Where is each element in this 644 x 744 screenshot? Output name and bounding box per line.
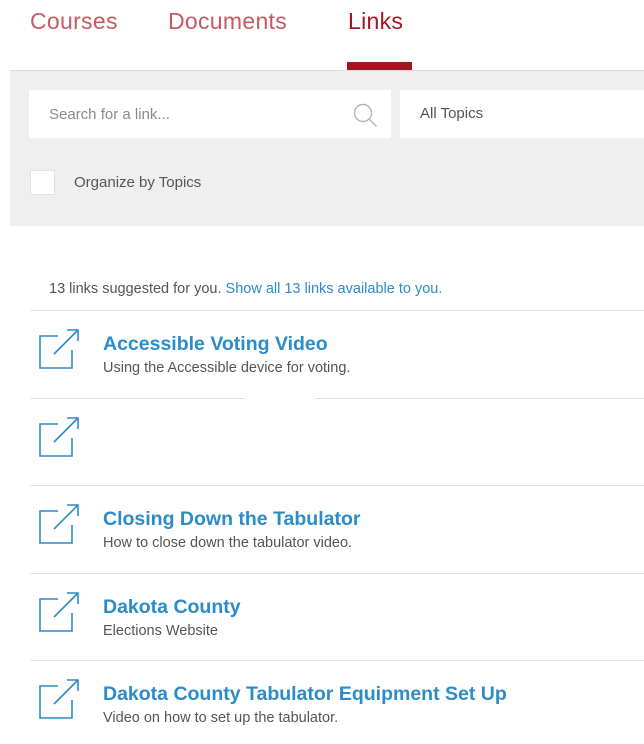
external-link-icon[interactable] xyxy=(38,503,80,545)
link-description: Video on how to set up the tabulator. xyxy=(103,710,339,726)
organize-by-topics-checkbox[interactable] xyxy=(30,170,55,195)
external-link-icon[interactable] xyxy=(38,328,80,370)
link-title[interactable]: Dakota County Tabulator Equipment Set Up xyxy=(103,683,507,706)
external-link-icon[interactable] xyxy=(38,591,80,633)
tab-documents[interactable]: Documents xyxy=(168,8,287,35)
link-title[interactable]: Closing Down the Tabulator xyxy=(103,508,360,531)
suggested-count-text: 13 links suggested for you. xyxy=(49,281,222,297)
link-description: Elections Website xyxy=(103,622,218,639)
topic-select[interactable]: All Topics xyxy=(400,90,644,138)
active-tab-indicator xyxy=(347,62,412,70)
link-description: How to close down the tabulator video. xyxy=(103,535,353,551)
tab-courses[interactable]: Courses xyxy=(30,8,118,35)
link-title[interactable]: Dakota County xyxy=(103,596,241,619)
show-all-links-link[interactable]: Show all 13 links available to you. xyxy=(226,281,443,297)
links-summary: 13 links suggested for you. Show all 13 … xyxy=(49,281,442,297)
external-link-icon[interactable] xyxy=(38,678,80,720)
search-box xyxy=(29,90,391,138)
list-item: Accessible Voting Video Using the Access… xyxy=(30,310,644,398)
list-item: Closing Down the Tabulator How to close … xyxy=(30,485,644,573)
link-description: Using the Accessible device for voting. xyxy=(103,360,351,376)
list-item xyxy=(30,397,644,486)
external-link-icon[interactable] xyxy=(38,416,80,458)
link-list: Accessible Voting Video Using the Access… xyxy=(30,310,644,744)
list-item: Dakota County Tabulator Equipment Set Up… xyxy=(30,660,644,744)
filter-panel: All Topics Organize by Topics xyxy=(10,70,644,226)
search-icon[interactable] xyxy=(352,102,378,128)
divider-gap xyxy=(245,397,315,402)
organize-by-topics-label: Organize by Topics xyxy=(74,174,202,191)
link-title[interactable]: Accessible Voting Video xyxy=(103,333,328,356)
search-input[interactable] xyxy=(29,90,339,138)
tab-bar: Courses Documents Links xyxy=(0,0,644,70)
list-item: Dakota County Elections Website xyxy=(30,572,644,661)
tab-links[interactable]: Links xyxy=(348,8,403,35)
